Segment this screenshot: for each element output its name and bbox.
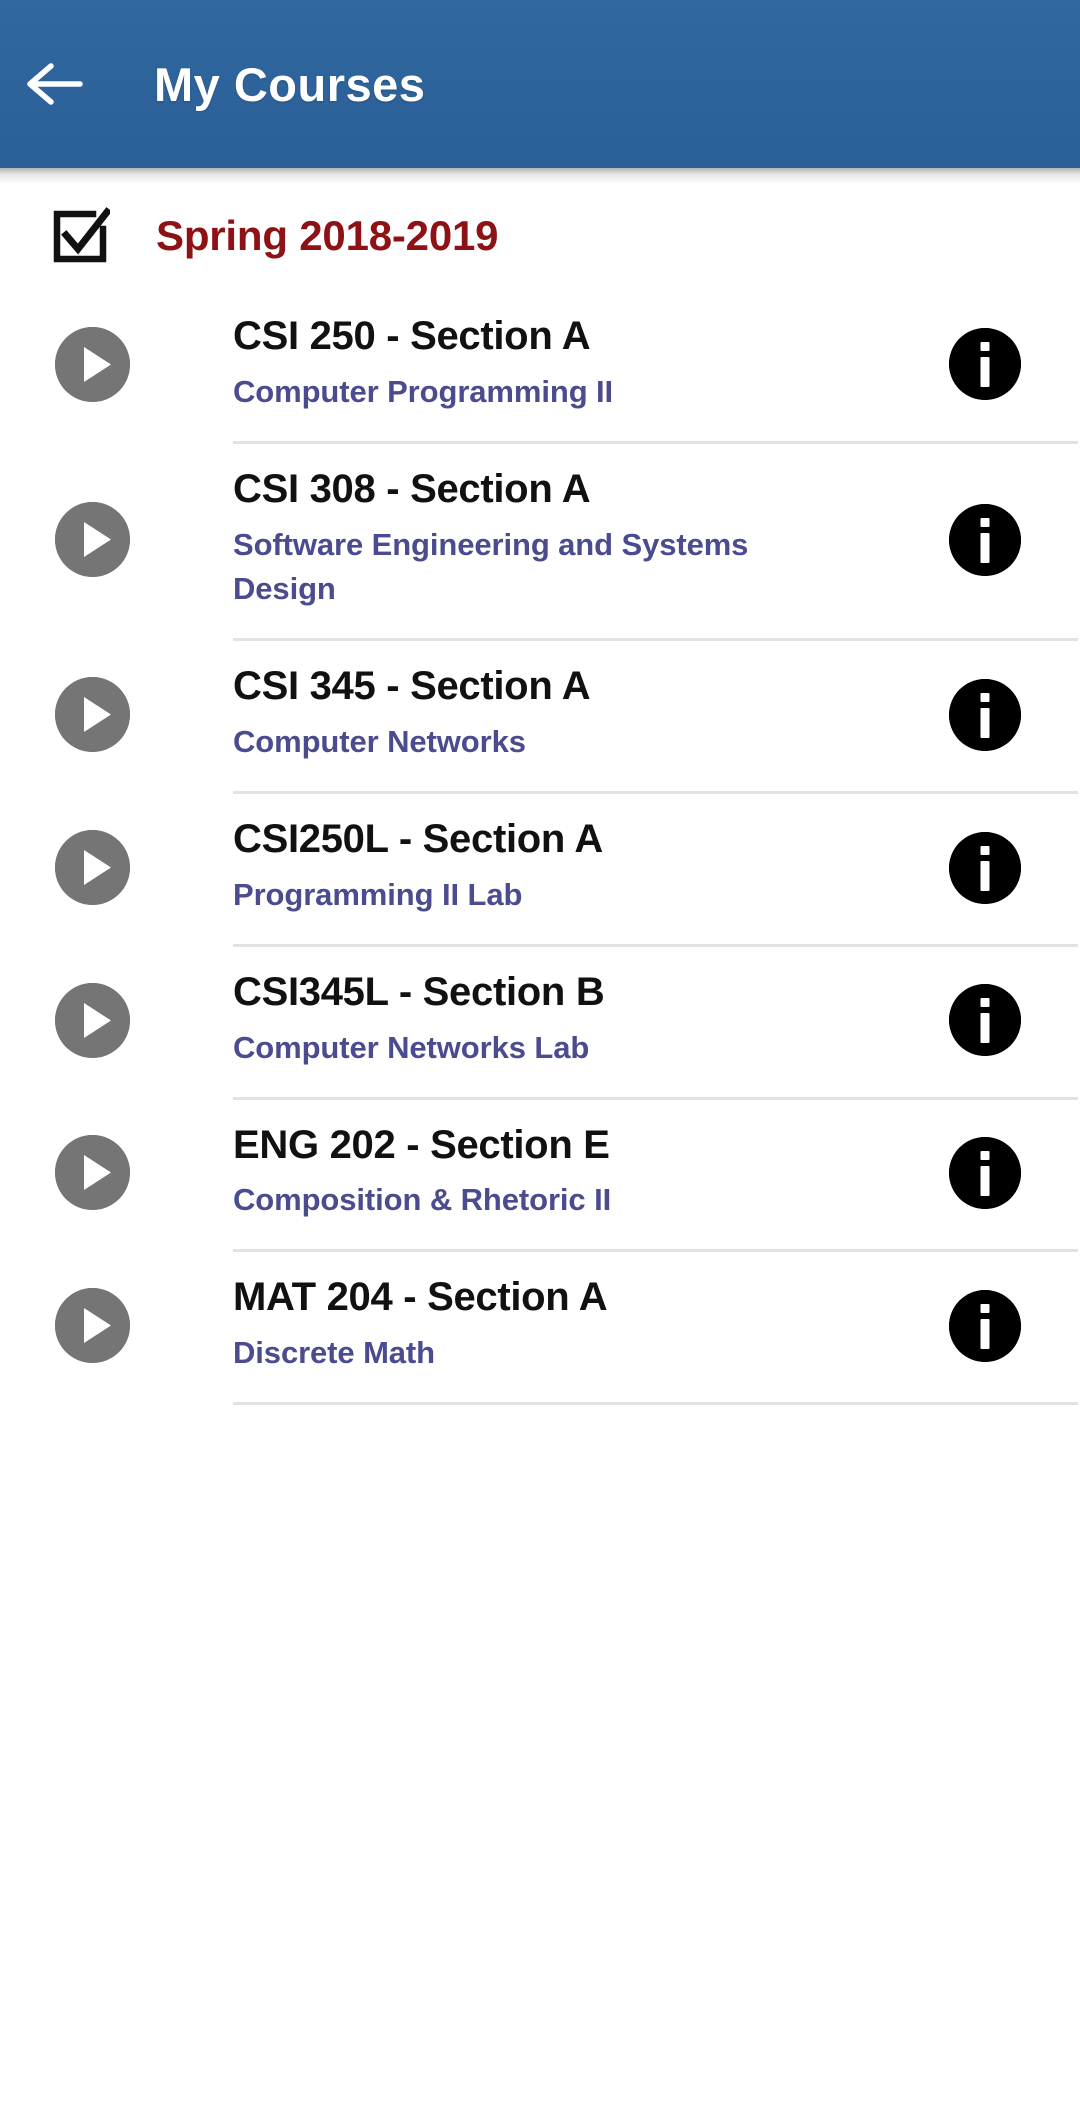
course-code-label: CSI250L - Section A	[233, 817, 603, 862]
course-code-label: ENG 202 - Section E	[233, 1122, 610, 1167]
play-circle-icon	[55, 1288, 130, 1364]
course-name-label: Computer Networks	[233, 724, 526, 760]
course-name-label: Computer Networks Lab	[233, 1029, 590, 1065]
info-circle-icon	[949, 1289, 1021, 1362]
info-button[interactable]	[890, 441, 1080, 639]
play-button[interactable]	[0, 944, 233, 1097]
course-text-block: ENG 202 - Section E Composition & Rhetori…	[233, 1097, 890, 1250]
play-button[interactable]	[0, 1097, 233, 1250]
course-code-label: CSI 250 - Section A	[233, 314, 591, 358]
play-circle-icon	[55, 830, 130, 905]
row-divider	[233, 1096, 1078, 1100]
play-button[interactable]	[0, 638, 233, 791]
info-circle-icon	[949, 1136, 1021, 1209]
play-button[interactable]	[0, 791, 233, 944]
play-circle-icon	[55, 677, 130, 753]
course-text-block: MAT 204 - Section A Discrete Math	[233, 1249, 890, 1402]
course-code-label: CSI 308 - Section A	[233, 466, 591, 511]
course-text-block: CSI 345 - Section A Computer Networks	[233, 638, 890, 791]
course-code-label: CSI345L - Section B	[233, 969, 605, 1014]
semester-label: Spring 2018-2019	[156, 212, 499, 259]
my-courses-screen: My Courses Spring 2018-2019 CSI 250 - Se…	[0, 0, 1080, 2115]
row-divider	[233, 1402, 1078, 1406]
info-button[interactable]	[890, 638, 1080, 791]
course-name-label: Programming II Lab	[233, 876, 523, 912]
table-row[interactable]: MAT 204 - Section A Discrete Math	[0, 1249, 1080, 1402]
info-button[interactable]	[890, 791, 1080, 944]
table-row[interactable]: ENG 202 - Section E Composition & Rhetori…	[0, 1096, 1080, 1250]
play-circle-icon	[55, 982, 130, 1058]
row-divider	[233, 440, 1078, 444]
course-text-block: CSI 308 - Section A Software Engineering …	[233, 441, 890, 639]
info-circle-icon	[949, 678, 1021, 751]
course-name-label: Computer Programming II	[233, 373, 614, 409]
content-area: Spring 2018-2019 CSI 250 - Section A Comp…	[0, 184, 1080, 1406]
info-button[interactable]	[890, 1097, 1080, 1250]
info-button[interactable]	[890, 944, 1080, 1097]
info-circle-icon	[949, 984, 1021, 1057]
play-circle-icon	[55, 1135, 130, 1211]
info-circle-icon	[949, 831, 1021, 904]
course-code-label: MAT 204 - Section A	[233, 1275, 608, 1320]
app-bar: My Courses	[0, 0, 1080, 168]
course-name-label: Composition & Rhetoric II	[233, 1182, 612, 1218]
play-button[interactable]	[0, 441, 233, 639]
course-text-block: CSI 250 - Section A Computer Programming …	[233, 288, 890, 441]
checkbox-checked-icon[interactable]	[52, 207, 110, 265]
info-button[interactable]	[890, 288, 1080, 441]
course-name-label: Software Engineering and Systems Design	[233, 526, 749, 607]
table-row[interactable]: CSI345L - Section B Computer Networks Lab	[0, 943, 1080, 1097]
info-button[interactable]	[890, 1249, 1080, 1402]
app-bar-shadow	[0, 168, 1080, 184]
play-circle-icon	[55, 502, 130, 578]
row-divider	[233, 943, 1078, 947]
back-button[interactable]	[0, 0, 110, 168]
arrow-left-icon	[27, 63, 83, 105]
course-list: CSI 250 - Section A Computer Programming …	[0, 288, 1080, 1406]
row-divider	[233, 1249, 1078, 1253]
info-circle-icon	[949, 328, 1021, 401]
play-circle-icon	[55, 326, 130, 402]
course-code-label: CSI 345 - Section A	[233, 664, 591, 709]
course-text-block: CSI250L - Section A Programming II Lab	[233, 791, 890, 944]
course-name-label: Discrete Math	[233, 1335, 435, 1371]
table-row[interactable]: CSI 250 - Section A Computer Programming …	[0, 288, 1080, 441]
table-row[interactable]: CSI250L - Section A Programming II Lab	[0, 791, 1080, 944]
info-circle-icon	[949, 503, 1021, 576]
row-divider	[233, 791, 1078, 795]
page-title: My Courses	[154, 57, 426, 111]
table-row[interactable]: CSI 345 - Section A Computer Networks	[0, 638, 1080, 791]
play-button[interactable]	[0, 288, 233, 441]
table-row[interactable]: CSI 308 - Section A Software Engineering …	[0, 440, 1080, 639]
semester-header-row[interactable]: Spring 2018-2019	[0, 184, 1080, 288]
row-divider	[233, 638, 1078, 642]
course-text-block: CSI345L - Section B Computer Networks Lab	[233, 944, 890, 1097]
play-button[interactable]	[0, 1249, 233, 1402]
